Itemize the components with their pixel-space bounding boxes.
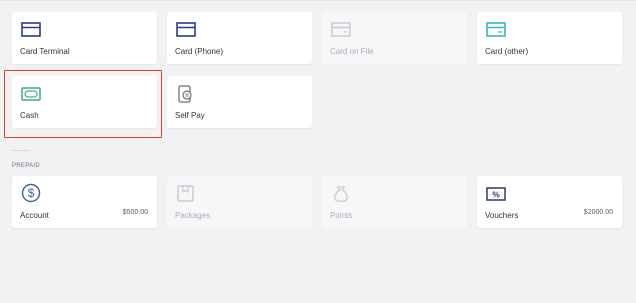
svg-text:%: % — [492, 190, 500, 200]
self-pay-icon — [178, 85, 192, 103]
package-icon — [177, 185, 194, 202]
svg-text:$: $ — [28, 186, 35, 200]
prepaid-points: Points — [322, 176, 467, 228]
dollar-icon: $ — [21, 183, 41, 203]
card-icon — [21, 22, 41, 37]
payment-cash[interactable]: Cash — [12, 76, 157, 128]
payment-card-other[interactable]: Card (other) — [477, 12, 622, 64]
payment-card-terminal[interactable]: Card Terminal — [12, 12, 157, 64]
top-divider — [0, 0, 636, 1]
section-divider — [12, 150, 30, 151]
prepaid-balance: $2000.00 — [583, 209, 613, 216]
payment-label: Cash — [20, 111, 39, 120]
prepaid-label: Packages — [175, 211, 211, 220]
payment-label: Card Terminal — [20, 47, 70, 56]
card-icon — [486, 22, 506, 37]
payment-label: Card on File — [330, 47, 374, 56]
payment-card-phone[interactable]: Card (Phone) — [167, 12, 312, 64]
cash-icon — [21, 87, 41, 101]
prepaid-vouchers[interactable]: % Vouchers $2000.00 — [477, 176, 622, 228]
card-icon — [331, 22, 351, 37]
payment-card-on-file: Card on File — [322, 12, 467, 64]
prepaid-section-label: PREPAID — [12, 163, 40, 169]
prepaid-label: Points — [330, 211, 353, 220]
prepaid-balance: $500.00 — [122, 209, 148, 216]
prepaid-account[interactable]: $ Account $500.00 — [12, 176, 157, 228]
voucher-percent-icon: % — [486, 187, 506, 201]
points-bag-icon — [334, 186, 348, 202]
payment-label: Self Pay — [175, 111, 205, 120]
payment-self-pay[interactable]: Self Pay — [167, 76, 312, 128]
card-icon — [176, 22, 196, 37]
payment-label: Card (other) — [485, 47, 529, 56]
payment-label: Card (Phone) — [175, 47, 224, 56]
prepaid-label: Vouchers — [485, 211, 519, 220]
prepaid-label: Account — [20, 211, 49, 220]
prepaid-packages: Packages — [167, 176, 312, 228]
